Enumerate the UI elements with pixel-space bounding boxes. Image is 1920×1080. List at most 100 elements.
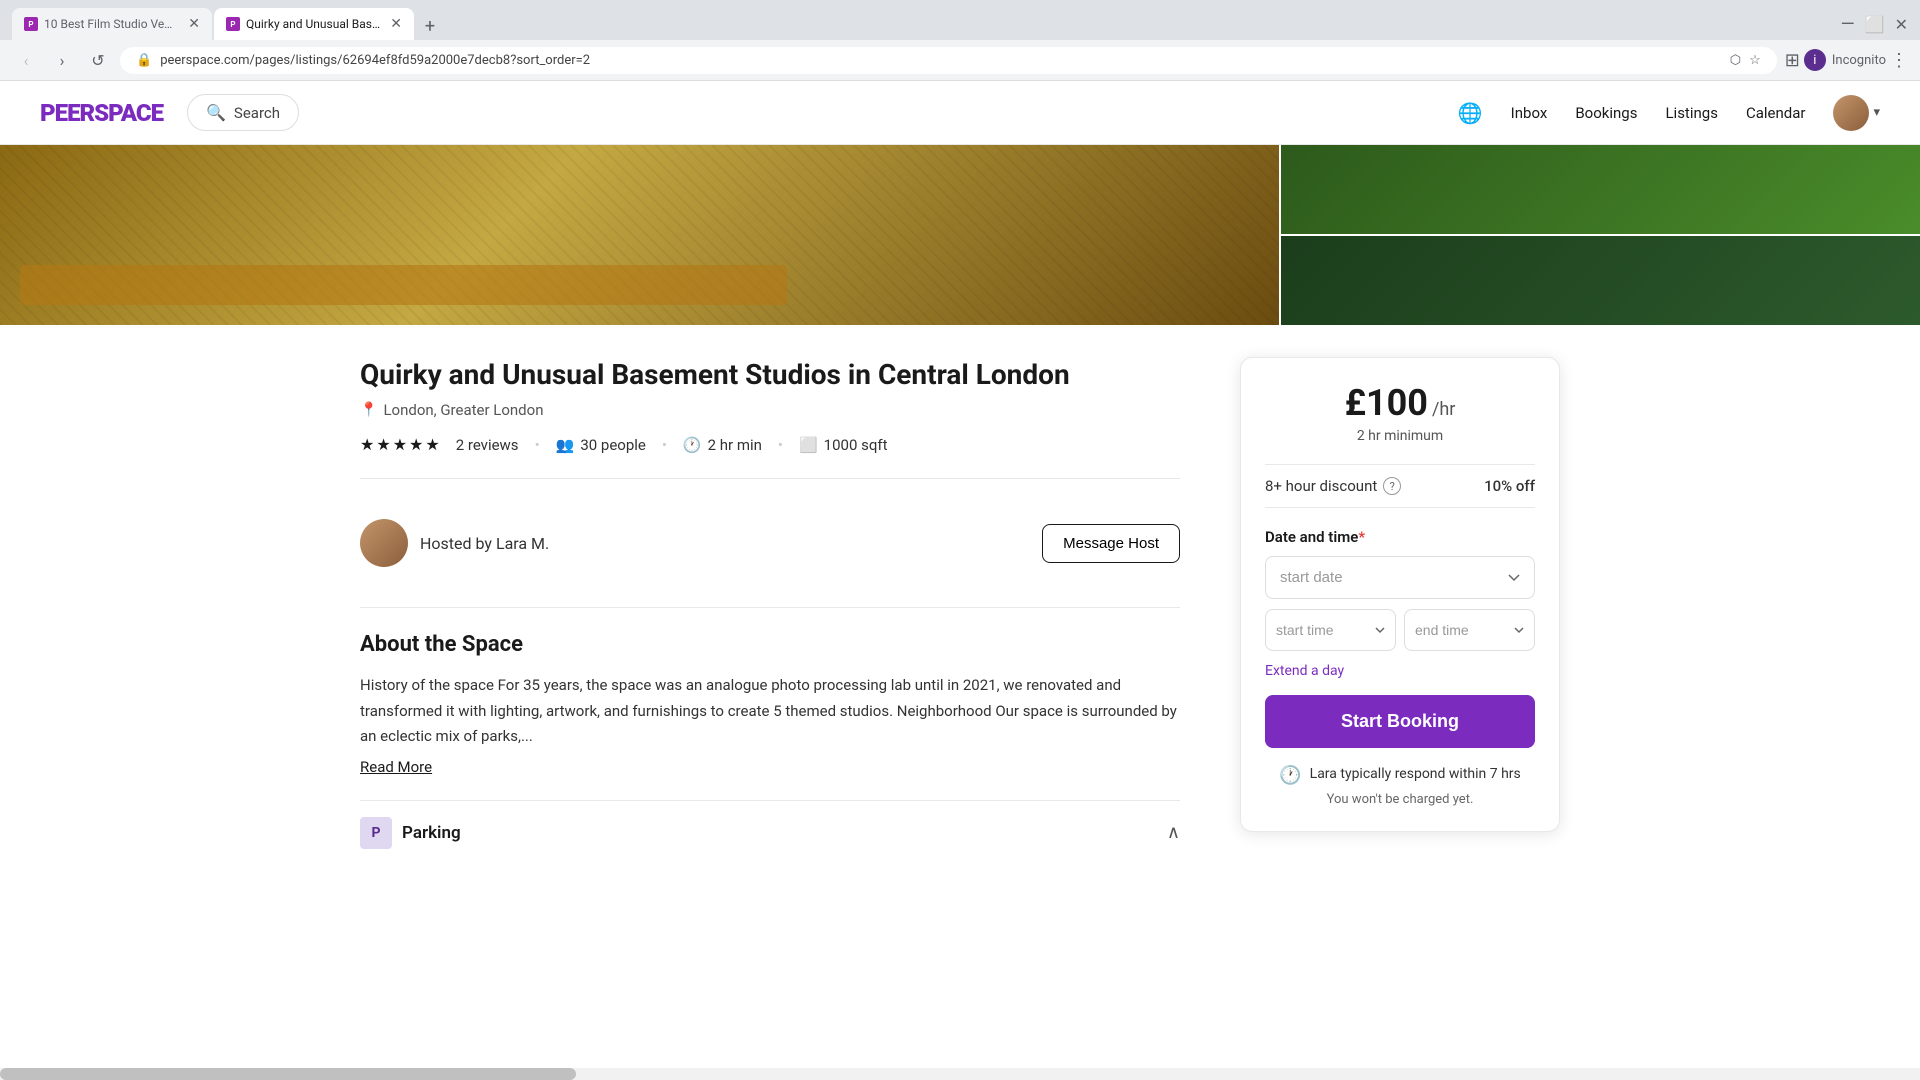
window-maximize[interactable]: ⬜: [1865, 15, 1885, 34]
navbar: PEERSPACE 🔍 Search 🌐 Inbox Bookings List…: [0, 81, 1920, 145]
user-avatar: [1833, 95, 1869, 131]
people-icon: 👥: [556, 436, 575, 454]
parking-label: Parking: [402, 823, 461, 843]
browser-controls: ‹ › ↺ 🔒 peerspace.com/pages/listings/626…: [0, 40, 1920, 80]
bookmark-icon[interactable]: ☆: [1749, 53, 1761, 68]
start-booking-button[interactable]: Start Booking: [1265, 695, 1535, 748]
tab-label-1: 10 Best Film Studio Venues - Lo...: [44, 17, 178, 31]
price-amount: £100: [1345, 382, 1428, 424]
window-close[interactable]: ✕: [1895, 15, 1908, 34]
no-charge-text: You won't be charged yet.: [1265, 792, 1535, 807]
reviews-count[interactable]: 2 reviews: [456, 436, 519, 454]
host-section: Hosted by Lara M. Message Host: [360, 503, 1180, 583]
more-options-icon[interactable]: ⋮: [1890, 50, 1908, 71]
discount-row: 8+ hour discount ? 10% off: [1265, 464, 1535, 508]
parking-chevron-icon[interactable]: ∧: [1167, 822, 1180, 843]
browser-titlebar: P 10 Best Film Studio Venues - Lo... ✕ P…: [0, 0, 1920, 40]
discount-text: 8+ hour discount: [1265, 477, 1377, 495]
profile-icon[interactable]: i: [1804, 49, 1826, 71]
reviews-text: 2 reviews: [456, 436, 519, 454]
response-clock-icon: 🕐: [1279, 765, 1301, 786]
about-section: About the Space History of the space For…: [360, 632, 1180, 776]
search-label: Search: [234, 104, 280, 122]
bookings-link[interactable]: Bookings: [1575, 104, 1637, 122]
star-5: ★: [425, 435, 439, 454]
extend-day-link[interactable]: Extend a day: [1265, 663, 1535, 679]
price-row: £100 /hr: [1265, 382, 1535, 424]
response-text: Lara typically respond within 7 hrs: [1310, 764, 1521, 785]
star-3: ★: [393, 435, 407, 454]
search-icon: 🔍: [206, 103, 226, 122]
parking-title: P Parking: [360, 817, 461, 849]
about-text: History of the space For 35 years, the s…: [360, 673, 1180, 750]
hero-images: [0, 145, 1920, 325]
rating-stars: ★ ★ ★ ★ ★: [360, 435, 440, 454]
size-info: ⬜ 1000 sqft: [799, 436, 888, 454]
listings-link[interactable]: Listings: [1665, 104, 1717, 122]
browser-tab-2[interactable]: P Quirky and Unusual Basement S... ✕: [214, 8, 414, 40]
listing-location: 📍 London, Greater London: [360, 401, 1180, 419]
navbar-right: 🌐 Inbox Bookings Listings Calendar ▾: [1458, 95, 1880, 131]
host-info: Hosted by Lara M.: [360, 519, 549, 567]
capacity-info: 👥 30 people: [556, 436, 646, 454]
listing-meta: ★ ★ ★ ★ ★ 2 reviews • 👥 30 people • 🕐: [360, 435, 1180, 454]
window-minimize[interactable]: —: [1841, 14, 1855, 35]
message-host-button[interactable]: Message Host: [1042, 524, 1180, 563]
forward-button[interactable]: ›: [48, 46, 76, 74]
user-menu-chevron: ▾: [1873, 105, 1880, 120]
divider-2: [360, 607, 1180, 608]
clock-icon: 🕐: [683, 436, 702, 454]
hero-image-2: [1281, 145, 1920, 234]
cast-icon[interactable]: ⬡: [1730, 53, 1741, 68]
main-content: Quirky and Unusual Basement Studios in C…: [320, 325, 1600, 865]
inbox-link[interactable]: Inbox: [1511, 104, 1548, 122]
host-name: Hosted by Lara M.: [420, 534, 549, 553]
discount-help-icon[interactable]: ?: [1383, 477, 1401, 495]
parking-header[interactable]: P Parking ∧: [360, 801, 1180, 865]
globe-icon[interactable]: 🌐: [1458, 101, 1483, 125]
start-time-select[interactable]: start time: [1265, 609, 1396, 651]
parking-section: P Parking ∧: [360, 800, 1180, 865]
new-tab-button[interactable]: +: [416, 12, 444, 40]
price-minimum: 2 hr minimum: [1265, 428, 1535, 444]
back-button[interactable]: ‹: [12, 46, 40, 74]
meta-sep-1: •: [535, 436, 540, 454]
extensions-icon[interactable]: ⊞: [1785, 50, 1800, 71]
tab-favicon-2: P: [226, 17, 240, 31]
tab-favicon-1: P: [24, 17, 38, 31]
booking-card: £100 /hr 2 hr minimum 8+ hour discount ?…: [1240, 357, 1560, 832]
tab-label-2: Quirky and Unusual Basement S...: [246, 17, 380, 31]
listing-title: Quirky and Unusual Basement Studios in C…: [360, 357, 1180, 393]
discount-value: 10% off: [1484, 477, 1535, 495]
hero-main-image: [0, 145, 1279, 325]
start-date-select[interactable]: start date: [1265, 556, 1535, 599]
capacity-text: 30 people: [580, 436, 646, 454]
size-text: 1000 sqft: [824, 436, 888, 454]
hero-image-3: [1281, 236, 1920, 325]
tab-close-1[interactable]: ✕: [188, 16, 200, 32]
ruler-icon: ⬜: [799, 436, 818, 454]
page-wrapper: PEERSPACE 🔍 Search 🌐 Inbox Bookings List…: [0, 81, 1920, 1073]
divider-1: [360, 478, 1180, 479]
browser-tab-1[interactable]: P 10 Best Film Studio Venues - Lo... ✕: [12, 8, 212, 40]
calendar-link[interactable]: Calendar: [1746, 104, 1806, 122]
address-bar-icons: ⬡ ☆: [1730, 53, 1761, 68]
discount-label: 8+ hour discount ?: [1265, 477, 1401, 495]
datetime-label: Date and time*: [1265, 528, 1535, 546]
navbar-logo[interactable]: PEERSPACE: [40, 99, 163, 127]
search-button[interactable]: 🔍 Search: [187, 94, 299, 131]
scrollbar-thumb[interactable]: [0, 1068, 576, 1080]
scrollbar[interactable]: [0, 1068, 1920, 1080]
meta-sep-2: •: [662, 436, 667, 454]
browser-chrome: P 10 Best Film Studio Venues - Lo... ✕ P…: [0, 0, 1920, 81]
address-text: peerspace.com/pages/listings/62694ef8fd5…: [160, 53, 590, 68]
end-time-select[interactable]: end time: [1404, 609, 1535, 651]
read-more-link[interactable]: Read More: [360, 758, 432, 776]
user-menu[interactable]: ▾: [1833, 95, 1880, 131]
browser-tabs: P 10 Best Film Studio Venues - Lo... ✕ P…: [12, 8, 444, 40]
refresh-button[interactable]: ↺: [84, 46, 112, 74]
star-2: ★: [376, 435, 390, 454]
address-bar[interactable]: 🔒 peerspace.com/pages/listings/62694ef8f…: [120, 47, 1777, 74]
tab-close-2[interactable]: ✕: [390, 16, 402, 32]
meta-sep-3: •: [778, 436, 783, 454]
